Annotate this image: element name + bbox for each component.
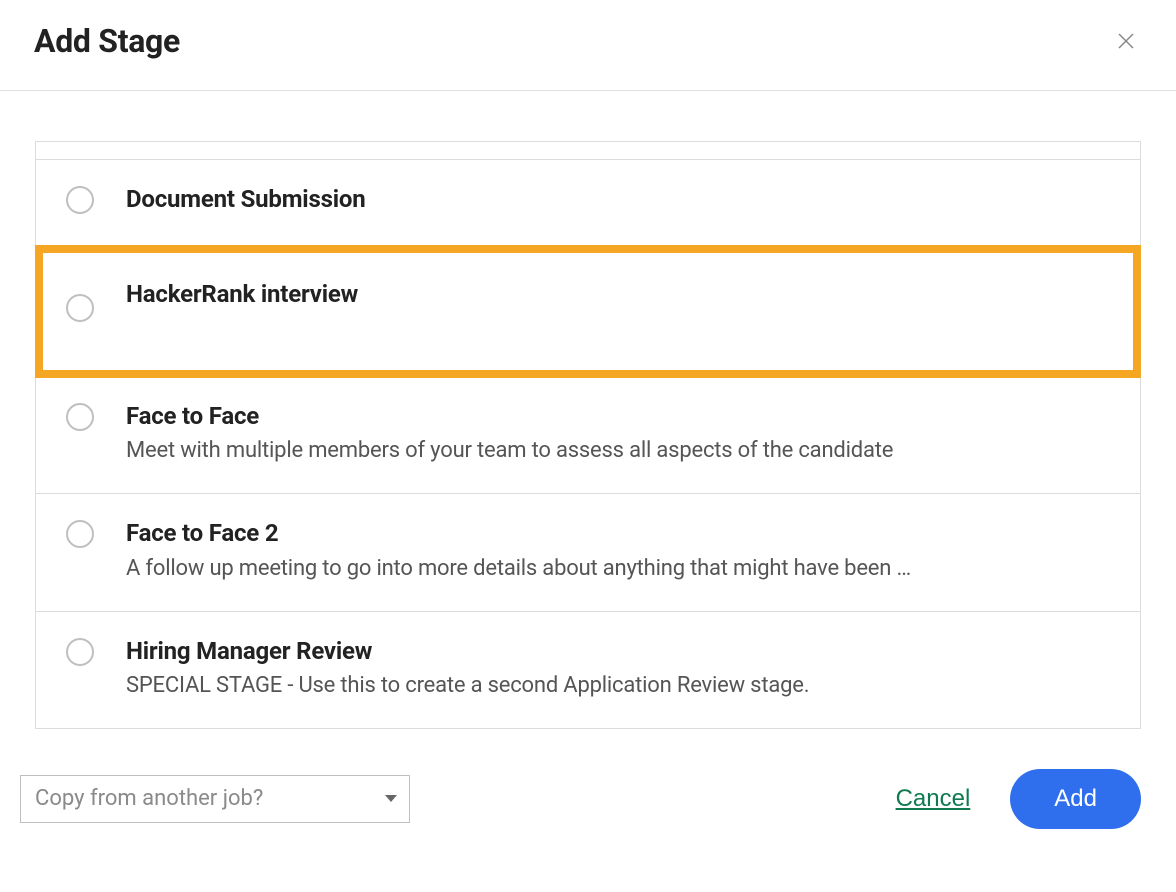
stage-title: HackerRank interview [126,279,1110,310]
stage-description: A follow up meeting to go into more deta… [126,556,1110,581]
stage-text: Hiring Manager Review SPECIAL STAGE - Us… [126,636,1110,698]
stage-list-header-slot [36,142,1140,160]
radio-icon[interactable] [66,520,94,548]
add-stage-modal: Add Stage Document Submission HackerRank… [0,0,1176,829]
stage-item-face-to-face[interactable]: Face to Face Meet with multiple members … [36,377,1140,494]
stage-item-hackerrank-interview[interactable]: HackerRank interview [35,245,1141,378]
stage-text: Document Submission [126,184,1110,215]
stage-list: Document Submission HackerRank interview… [35,141,1141,729]
stage-title: Face to Face [126,401,1110,432]
close-icon [1114,29,1138,53]
stage-title: Face to Face 2 [126,518,1110,549]
stage-text: Face to Face Meet with multiple members … [126,401,1110,463]
stage-text: Face to Face 2 A follow up meeting to go… [126,518,1110,580]
radio-icon[interactable] [66,186,94,214]
select-label: Copy from another job? [35,786,263,811]
footer-actions: Cancel Add [896,769,1141,829]
modal-body: Document Submission HackerRank interview… [0,91,1176,729]
add-button[interactable]: Add [1010,769,1141,829]
stage-title: Document Submission [126,184,1110,215]
copy-from-job-select[interactable]: Copy from another job? [20,775,410,823]
stage-title: Hiring Manager Review [126,636,1110,667]
stage-description: Meet with multiple members of your team … [126,438,1110,463]
stage-description: SPECIAL STAGE - Use this to create a sec… [126,673,1110,698]
chevron-down-icon [385,795,397,802]
close-button[interactable] [1110,25,1142,57]
radio-icon[interactable] [66,403,94,431]
radio-icon[interactable] [66,638,94,666]
modal-header: Add Stage [0,0,1176,91]
stage-item-face-to-face-2[interactable]: Face to Face 2 A follow up meeting to go… [36,494,1140,611]
modal-footer: Copy from another job? Cancel Add [0,729,1176,829]
stage-item-document-submission[interactable]: Document Submission [36,160,1140,246]
modal-title: Add Stage [34,22,180,60]
cancel-button[interactable]: Cancel [896,785,971,813]
radio-icon[interactable] [66,294,94,322]
stage-text: HackerRank interview [126,279,1110,310]
stage-item-hiring-manager-review[interactable]: Hiring Manager Review SPECIAL STAGE - Us… [36,612,1140,728]
